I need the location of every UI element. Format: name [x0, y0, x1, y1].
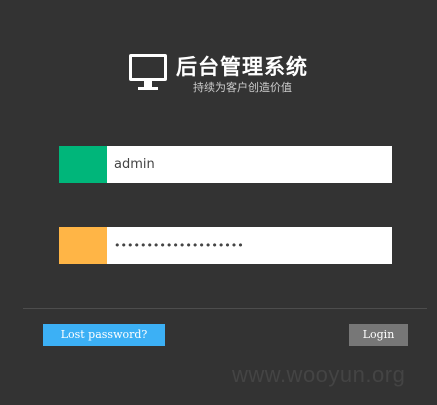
monitor-icon [129, 54, 167, 90]
watermark-text: www.wooyun.org [232, 362, 406, 387]
password-value[interactable]: •••••••••••••••••••• [114, 227, 244, 264]
password-accent-block [59, 227, 107, 264]
login-button[interactable]: Login [349, 324, 408, 346]
login-page: 后台管理系统 持续为客户创造价值 admin •••••••••••••••••… [0, 0, 437, 405]
username-value[interactable]: admin [114, 146, 155, 183]
app-title: 后台管理系统 [176, 55, 308, 79]
form-divider [23, 308, 427, 309]
brand-header: 后台管理系统 持续为客户创造价值 [128, 50, 328, 100]
username-field[interactable]: admin [59, 146, 392, 183]
password-field[interactable]: •••••••••••••••••••• [59, 227, 392, 264]
lost-password-button[interactable]: Lost password? [43, 324, 165, 346]
app-subtitle: 持续为客户创造价值 [193, 81, 292, 94]
username-accent-block [59, 146, 107, 183]
